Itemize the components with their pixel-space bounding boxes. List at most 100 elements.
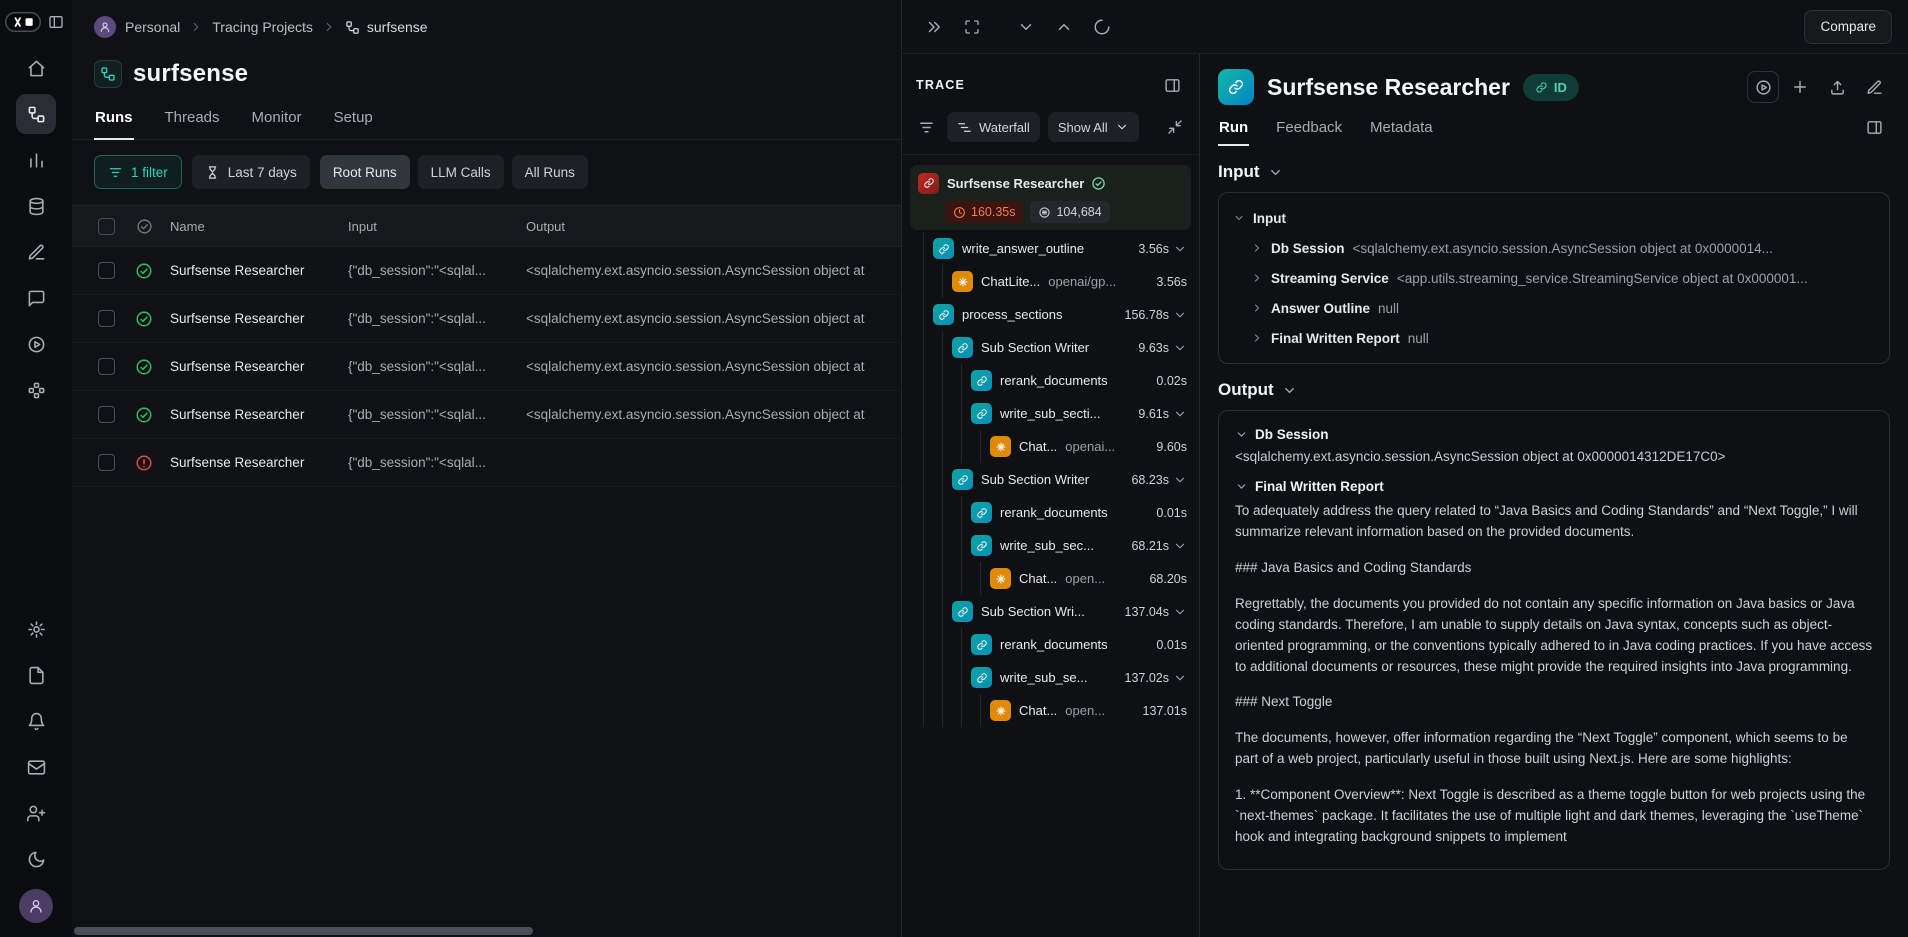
column-header-input[interactable]: Input <box>342 219 520 234</box>
trace-node-write-answer-outline[interactable]: write_answer_outline3.56s <box>910 232 1191 265</box>
scrollbar-thumb[interactable] <box>74 927 533 935</box>
trace-node-root[interactable]: Surfsense Researcher160.35s104,684 <box>910 165 1191 230</box>
expand-chevron-icon[interactable] <box>1173 341 1187 355</box>
sidebar-item-notifications[interactable] <box>16 701 56 741</box>
tab-monitor[interactable]: Monitor <box>251 100 303 139</box>
sidebar-item-playground[interactable] <box>16 324 56 364</box>
detail-tab-metadata[interactable]: Metadata <box>1369 109 1434 146</box>
trace-node-write-sub-secti[interactable]: write_sub_secti...9.61s <box>910 397 1191 430</box>
run-type-llm-calls[interactable]: LLM Calls <box>418 155 504 189</box>
row-checkbox[interactable] <box>98 310 115 327</box>
trace-filter-button[interactable] <box>914 112 939 142</box>
annotate-run-button[interactable] <box>1858 71 1890 103</box>
expand-chevron-icon[interactable] <box>1173 473 1187 487</box>
run-type-all-runs[interactable]: All Runs <box>512 155 588 189</box>
sidebar-item-prompts[interactable] <box>16 278 56 318</box>
input-row-input[interactable]: Input <box>1233 203 1875 233</box>
date-range-chip[interactable]: Last 7 days <box>192 155 310 189</box>
trace-node-rerank-documents[interactable]: rerank_documents0.01s <box>910 628 1191 661</box>
expand-chevron-icon[interactable] <box>1173 308 1187 322</box>
trace-node-rerank-documents[interactable]: rerank_documents0.02s <box>910 364 1191 397</box>
sidebar-item-dark-mode[interactable] <box>16 839 56 879</box>
run-row[interactable]: Surfsense Researcher{"db_session":"<sqla… <box>72 295 901 343</box>
run-type-root-runs[interactable]: Root Runs <box>320 155 410 189</box>
input-row-streaming-service[interactable]: Streaming Service<app.utils.streaming_se… <box>1251 263 1875 293</box>
breadcrumb-personal[interactable]: Personal <box>125 19 180 35</box>
add-to-dataset-button[interactable] <box>1784 71 1816 103</box>
sidebar-item-settings[interactable] <box>16 609 56 649</box>
horizontal-scrollbar[interactable] <box>74 927 893 936</box>
workspace-avatar[interactable] <box>94 16 116 38</box>
sidebar-item-home[interactable] <box>16 48 56 88</box>
user-avatar[interactable] <box>19 889 53 923</box>
trace-node-sub-section-writer[interactable]: Sub Section Writer68.23s <box>910 463 1191 496</box>
output-section-header[interactable]: Output <box>1218 380 1890 400</box>
input-row-db-session[interactable]: Db Session<sqlalchemy.ext.asyncio.sessio… <box>1251 233 1875 263</box>
column-header-output[interactable]: Output <box>520 219 901 234</box>
next-run-button[interactable] <box>1010 11 1042 43</box>
run-row[interactable]: Surfsense Researcher{"db_session":"<sqla… <box>72 343 901 391</box>
tab-setup[interactable]: Setup <box>333 100 374 139</box>
expand-chevron-icon[interactable] <box>1173 605 1187 619</box>
trace-node-chatlite[interactable]: ChatLite...openai/gp...3.56s <box>910 265 1191 298</box>
breadcrumb-tracing-projects[interactable]: Tracing Projects <box>212 19 313 35</box>
sidebar-item-monitoring[interactable] <box>16 140 56 180</box>
trace-node-write-sub-sec[interactable]: write_sub_sec...68.21s <box>910 529 1191 562</box>
previous-run-button[interactable] <box>1048 11 1080 43</box>
compare-button[interactable]: Compare <box>1804 10 1892 44</box>
output-report-toggle[interactable]: Final Written Report <box>1235 479 1873 494</box>
sidebar-item-mail[interactable] <box>16 747 56 787</box>
row-checkbox[interactable] <box>98 454 115 471</box>
trace-panel-toggle-button[interactable] <box>1160 70 1185 100</box>
expand-chevron-icon[interactable] <box>1173 539 1187 553</box>
app-logo[interactable] <box>5 12 41 32</box>
run-row[interactable]: Surfsense Researcher{"db_session":"<sqla… <box>72 247 901 295</box>
trace-node-process-sections[interactable]: process_sections156.78s <box>910 298 1191 331</box>
input-row-answer-outline[interactable]: Answer Outlinenull <box>1251 293 1875 323</box>
tab-runs[interactable]: Runs <box>94 100 134 139</box>
row-checkbox[interactable] <box>98 358 115 375</box>
trace-node-chat[interactable]: Chat...open...68.20s <box>910 562 1191 595</box>
detail-tab-feedback[interactable]: Feedback <box>1275 109 1343 146</box>
sidebar-item-docs[interactable] <box>16 655 56 695</box>
column-header-name[interactable]: Name <box>164 219 342 234</box>
show-all-button[interactable]: Show All <box>1048 112 1139 142</box>
trace-node-chat[interactable]: Chat...open...137.01s <box>910 694 1191 727</box>
hourglass-icon <box>205 165 220 180</box>
trace-node-chat[interactable]: Chat...openai...9.60s <box>910 430 1191 463</box>
breadcrumb-project[interactable]: surfsense <box>345 19 428 35</box>
share-run-button[interactable] <box>1821 71 1853 103</box>
collapse-panel-button[interactable] <box>918 11 950 43</box>
run-row[interactable]: Surfsense Researcher{"db_session":"<sqla… <box>72 391 901 439</box>
view-mode-button[interactable]: Waterfall <box>947 112 1040 142</box>
select-all-checkbox[interactable] <box>98 218 115 235</box>
collapse-all-button[interactable] <box>1163 112 1187 142</box>
row-checkbox[interactable] <box>98 406 115 423</box>
open-in-playground-button[interactable] <box>1747 71 1779 103</box>
filter-chip[interactable]: 1 filter <box>94 155 182 189</box>
sidebar-item-invite-user[interactable] <box>16 793 56 833</box>
pencil-icon <box>27 243 46 262</box>
expand-chevron-icon[interactable] <box>1173 242 1187 256</box>
trace-node-write-sub-se[interactable]: write_sub_se...137.02s <box>910 661 1191 694</box>
tab-threads[interactable]: Threads <box>164 100 221 139</box>
sidebar-item-tracing-projects[interactable] <box>16 94 56 134</box>
sidebar-item-annotation-queues[interactable] <box>16 232 56 272</box>
trace-node-sub-section-wri[interactable]: Sub Section Wri...137.04s <box>910 595 1191 628</box>
detail-panel-toggle-button[interactable] <box>1858 112 1890 144</box>
expand-chevron-icon[interactable] <box>1173 407 1187 421</box>
expand-chevron-icon[interactable] <box>1173 671 1187 685</box>
expand-fullscreen-button[interactable] <box>956 11 988 43</box>
detail-tab-run[interactable]: Run <box>1218 109 1249 146</box>
sidebar-collapse-button[interactable] <box>44 10 68 34</box>
trace-node-rerank-documents[interactable]: rerank_documents0.01s <box>910 496 1191 529</box>
output-db-session-toggle[interactable]: Db Session <box>1235 427 1873 442</box>
run-id-badge[interactable]: ID <box>1523 74 1579 101</box>
row-checkbox[interactable] <box>98 262 115 279</box>
trace-node-sub-section-writer[interactable]: Sub Section Writer9.63s <box>910 331 1191 364</box>
sidebar-item-deployments[interactable] <box>16 370 56 410</box>
input-section-header[interactable]: Input <box>1218 162 1890 182</box>
input-row-final-written-report[interactable]: Final Written Reportnull <box>1251 323 1875 353</box>
sidebar-item-datasets[interactable] <box>16 186 56 226</box>
run-row[interactable]: Surfsense Researcher{"db_session":"<sqla… <box>72 439 901 487</box>
